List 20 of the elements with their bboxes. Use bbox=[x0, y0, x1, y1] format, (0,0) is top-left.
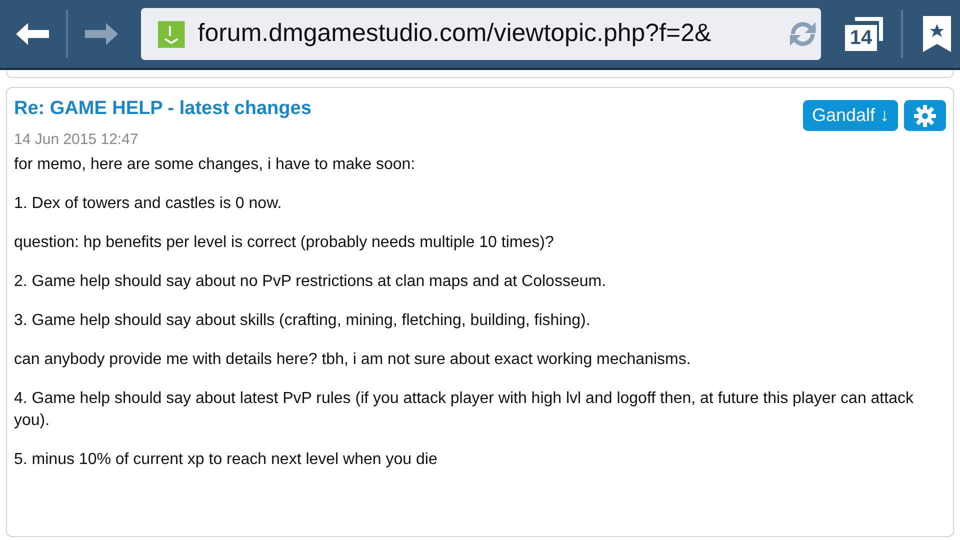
post-paragraph: 4. Game help should say about latest PvP rules (if you attack player with high lvl and logoff then, at future this player can attack you). bbox=[14, 389, 914, 431]
bookmark-icon[interactable] bbox=[923, 16, 951, 52]
post-paragraph: can anybody provide me with details here? tbh, i am not sure about exact working mechanisms. bbox=[14, 350, 692, 370]
post-date: 14 Jun 2015 12:47 bbox=[14, 130, 140, 150]
gear-icon bbox=[914, 104, 936, 126]
post-paragraph: 3. Game help should say about skills (crafting, mining, fletching, building, fishing). bbox=[14, 311, 592, 331]
post-paragraph: 2. Game help should say about no PvP restrictions at clan maps and at Colosseum. bbox=[14, 272, 608, 292]
post-paragraph: 1. Dex of towers and castles is 0 now. bbox=[14, 194, 283, 214]
tab-count: 14 bbox=[845, 25, 877, 51]
back-arrow-icon bbox=[16, 23, 50, 45]
post-title[interactable]: Re: GAME HELP - latest changes bbox=[14, 96, 803, 121]
url-text: forum.dmgamestudio.com/viewtopic.php?f=2& bbox=[198, 18, 712, 50]
tabs-button[interactable]: 14 bbox=[845, 13, 885, 55]
post-paragraph: for memo, here are some changes, i have to make soon: bbox=[14, 155, 416, 175]
address-bar[interactable]: forum.dmgamestudio.com/viewtopic.php?f=2& bbox=[141, 8, 821, 60]
site-favicon-icon bbox=[158, 20, 185, 48]
forward-arrow-icon bbox=[84, 23, 118, 45]
post-paragraph: question: hp benefits per level is correct (probably needs multiple 10 times)? bbox=[14, 233, 555, 253]
post-paragraph: 5. minus 10% of current xp to reach next level when you die bbox=[14, 450, 438, 470]
settings-button[interactable] bbox=[904, 100, 946, 131]
